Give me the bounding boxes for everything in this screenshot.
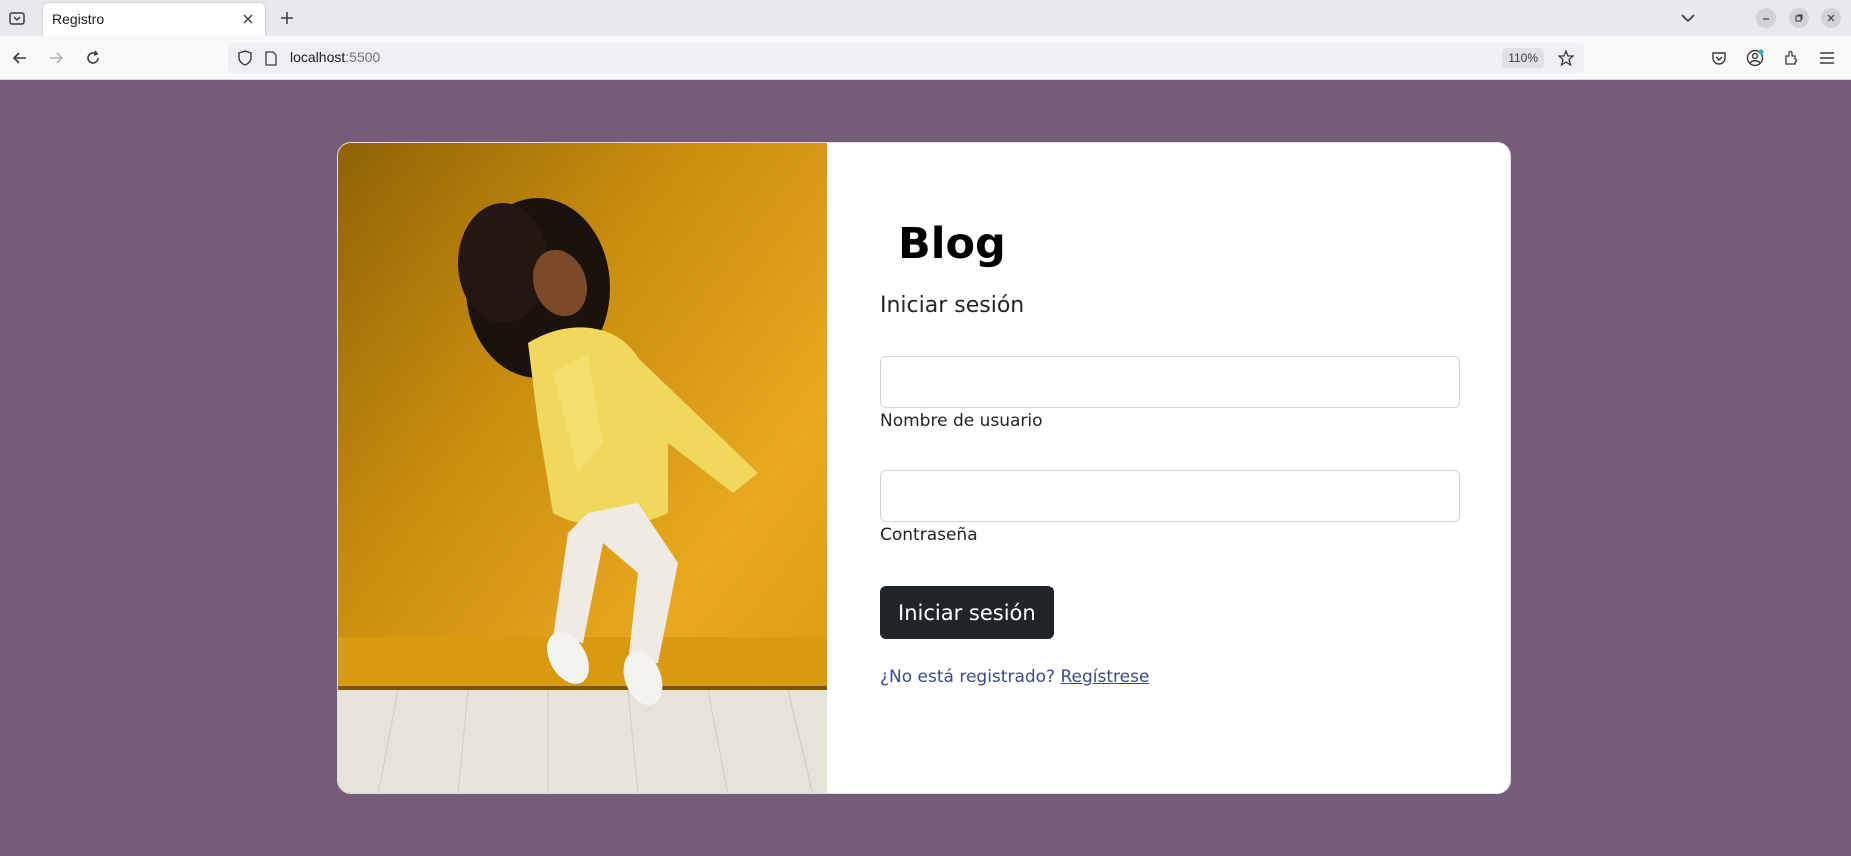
chevron-down-icon[interactable] [1678,8,1698,28]
zoom-level[interactable]: 110% [1502,48,1544,68]
url-text[interactable]: localhost:5500 [290,49,380,65]
username-input[interactable] [880,356,1460,408]
login-button[interactable]: Iniciar sesión [880,586,1054,639]
close-icon[interactable] [239,10,257,28]
password-input[interactable] [880,470,1460,522]
shield-icon[interactable] [236,49,254,67]
forward-arrow-icon[interactable] [45,47,67,69]
tab-list-icon[interactable] [5,7,29,29]
login-form: Blog Iniciar sesión Nombre de usuario Co… [827,143,1510,793]
username-label: Nombre de usuario [880,411,1043,431]
restore-icon[interactable] [1789,8,1809,28]
account-icon[interactable] [1744,47,1766,69]
url-bar[interactable]: localhost:5500 110% [228,43,1584,73]
navigation-bar: localhost:5500 110% [0,36,1851,80]
register-prompt-line: ¿No está registrado? Regístrese [880,667,1149,687]
hero-photo [338,143,827,793]
plus-icon[interactable] [276,7,298,29]
hamburger-menu-icon[interactable] [1816,47,1838,69]
tab-bar: Registro [0,0,1851,36]
url-host: localhost [290,49,346,65]
brand-title: Blog [898,219,1006,269]
page-icon[interactable] [262,49,280,67]
extensions-icon[interactable] [1780,47,1802,69]
tab-title: Registro [52,11,105,27]
register-prompt: ¿No está registrado? [880,667,1056,687]
window-close-icon[interactable] [1821,8,1841,28]
minimize-icon[interactable] [1756,8,1776,28]
pocket-icon[interactable] [1708,47,1730,69]
back-arrow-icon[interactable] [9,47,31,69]
tab-registro[interactable]: Registro [43,3,265,36]
star-icon[interactable] [1556,48,1576,68]
url-port: :5500 [345,49,381,65]
login-card: Blog Iniciar sesión Nombre de usuario Co… [337,142,1511,794]
register-link[interactable]: Regístrese [1061,667,1150,687]
password-label: Contraseña [880,525,978,545]
login-heading: Iniciar sesión [880,293,1025,318]
reload-icon[interactable] [82,47,104,69]
